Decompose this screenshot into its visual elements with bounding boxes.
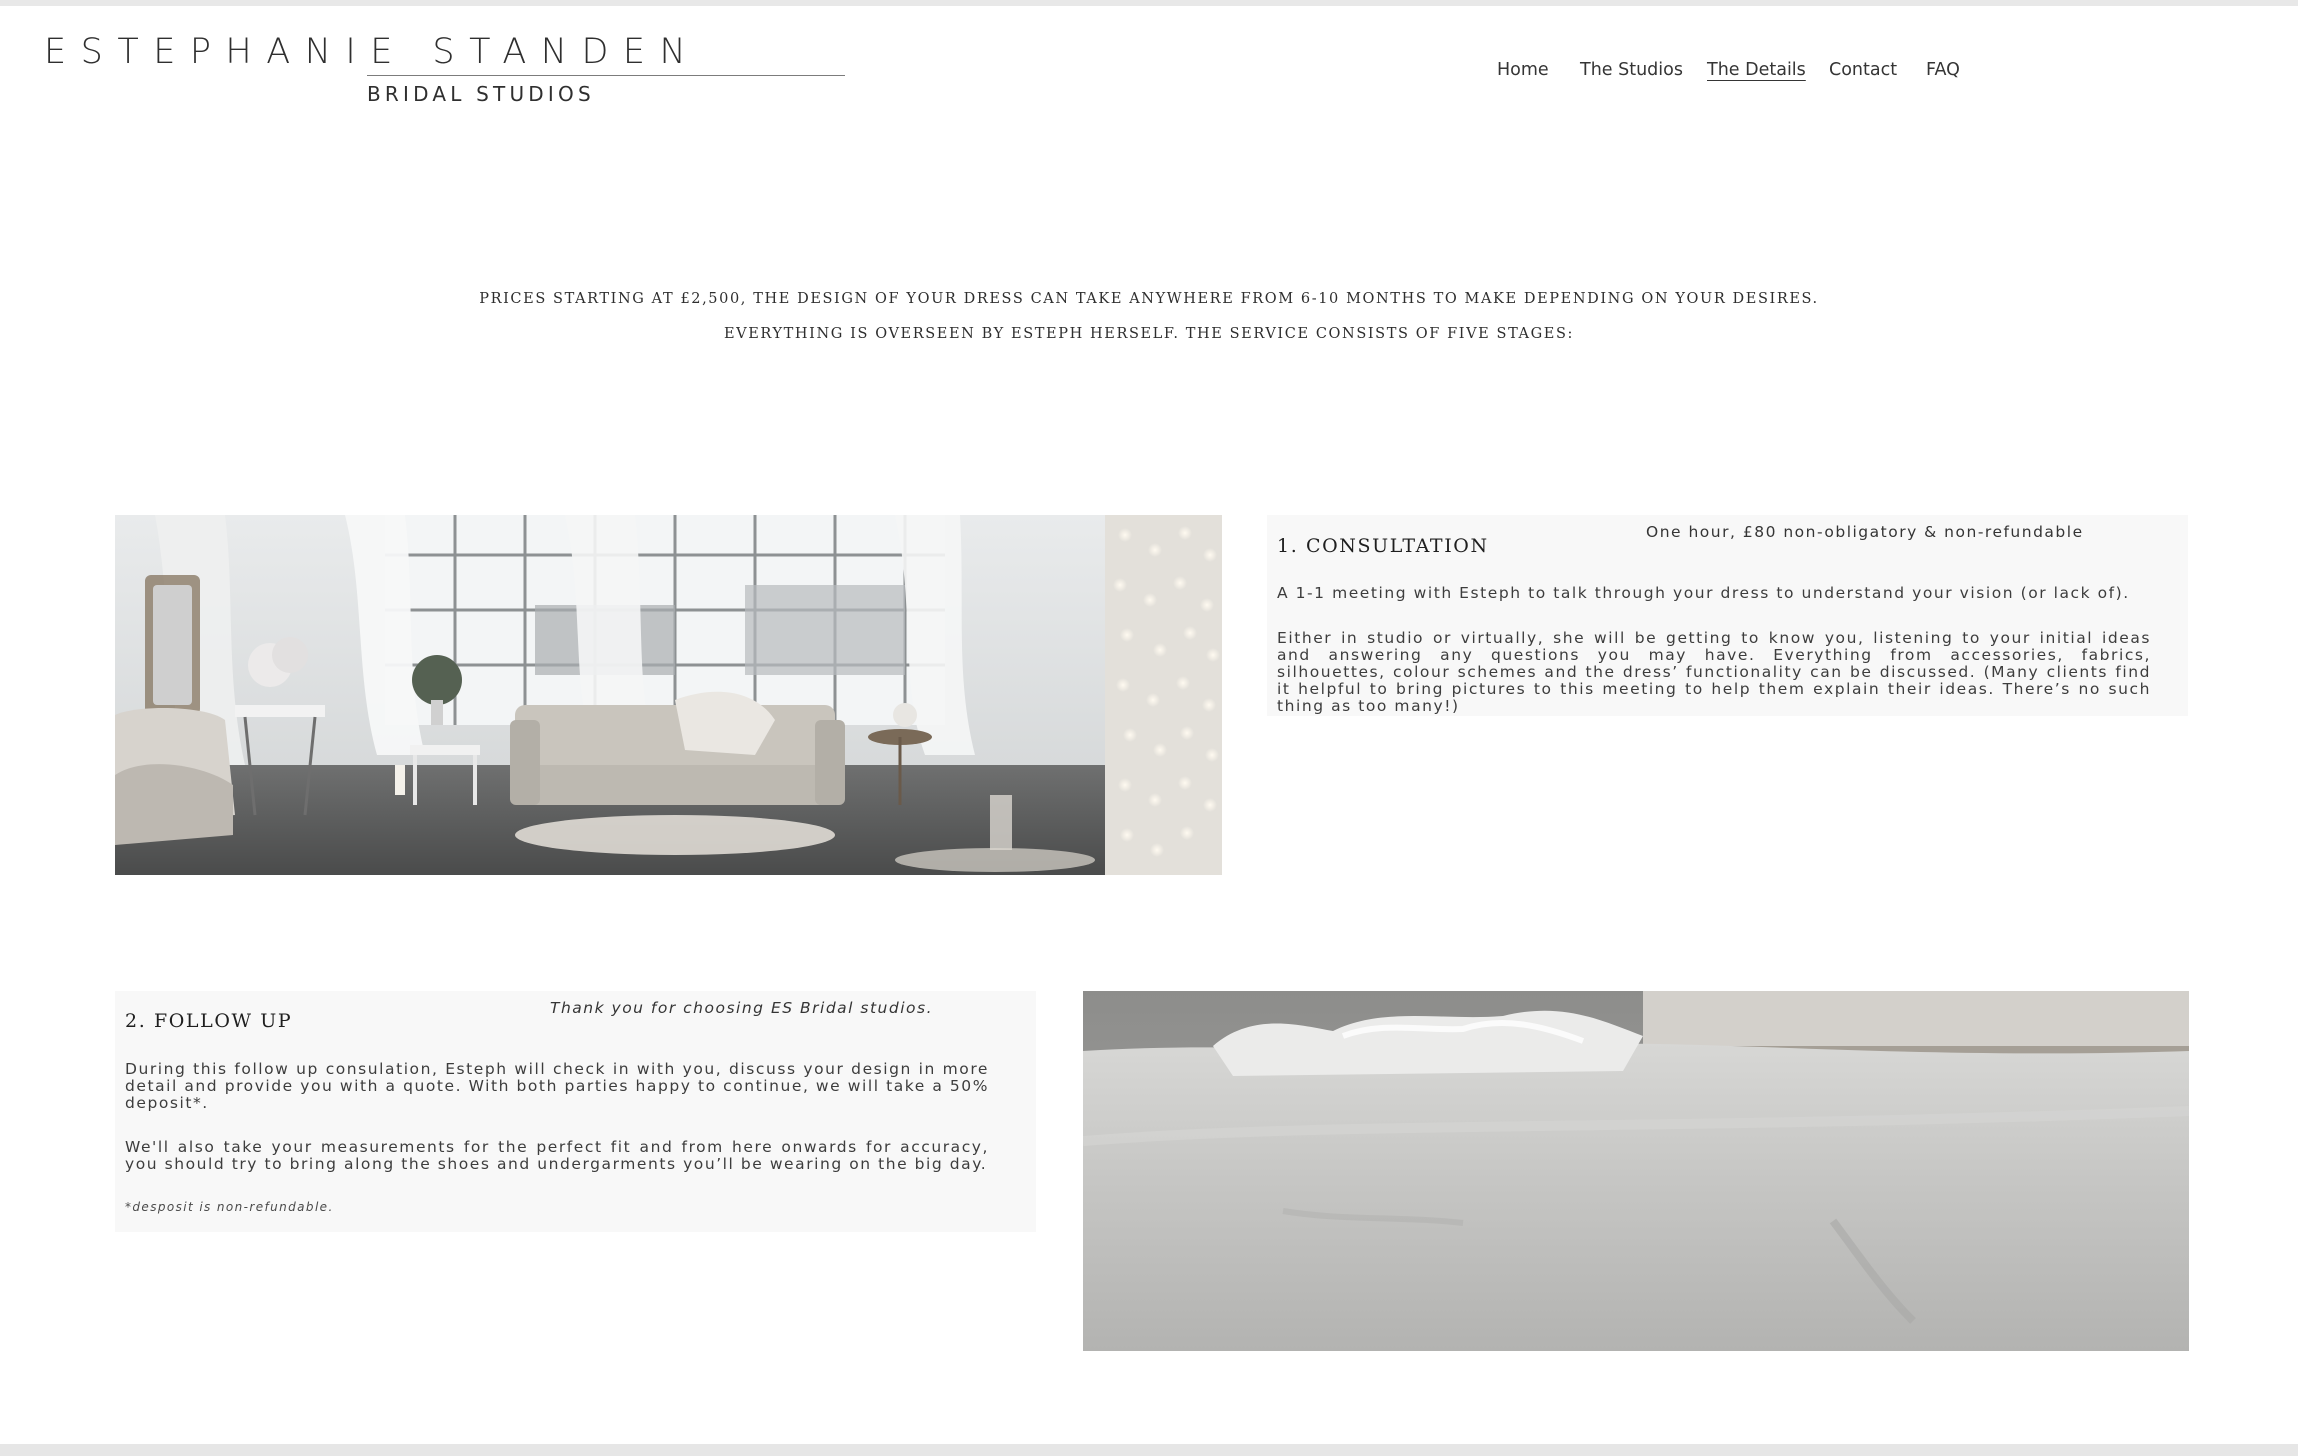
intro-line-pricing: PRICES STARTING AT £2,500, THE DESIGN OF… xyxy=(479,291,1819,307)
nav-item-contact[interactable]: Contact xyxy=(1829,60,1897,80)
stage-follow-up-title: 2. FOLLOW UP xyxy=(125,1010,293,1032)
fabric-photo xyxy=(1083,991,2189,1351)
stage-follow-up-deposit-note: *desposit is non-refundable. xyxy=(125,1200,334,1214)
nav-item-the-studios[interactable]: The Studios xyxy=(1580,60,1683,80)
brand-divider xyxy=(367,75,845,76)
stage-consultation-title: 1. CONSULTATION xyxy=(1277,535,1489,557)
nav-item-faq[interactable]: FAQ xyxy=(1926,60,1960,80)
brand-logo[interactable]: ESTEPHANIE STANDEN BRIDAL STUDIOS xyxy=(0,0,860,115)
studio-interior-photo xyxy=(115,515,1222,875)
brand-tagline: BRIDAL STUDIOS xyxy=(367,82,595,106)
intro-line-stages: EVERYTHING IS OVERSEEN BY ESTEPH HERSELF… xyxy=(723,326,1575,342)
stage-consultation-paragraph-2: Either in studio or virtually, she will … xyxy=(1277,629,2151,715)
stage-consultation-paragraph-1: A 1-1 meeting with Esteph to talk throug… xyxy=(1277,584,2130,602)
stage-follow-up-panel: 2. FOLLOW UP Thank you for choosing ES B… xyxy=(115,991,1036,1232)
stage-consultation-panel: 1. CONSULTATION One hour, £80 non-obliga… xyxy=(1267,515,2188,716)
stage-follow-up-paragraph-1: During this follow up consulation, Estep… xyxy=(125,1060,989,1112)
stage-follow-up-paragraph-2: We'll also take your measurements for th… xyxy=(125,1138,989,1173)
nav-item-home[interactable]: Home xyxy=(1497,60,1549,80)
bottom-border xyxy=(0,1444,2298,1456)
stage-follow-up-thanks: Thank you for choosing ES Bridal studios… xyxy=(550,999,933,1017)
brand-name: ESTEPHANIE STANDEN xyxy=(44,32,701,72)
nav-item-the-details[interactable]: The Details xyxy=(1707,60,1806,80)
stage-consultation-price: One hour, £80 non-obligatory & non-refun… xyxy=(1646,523,2084,541)
